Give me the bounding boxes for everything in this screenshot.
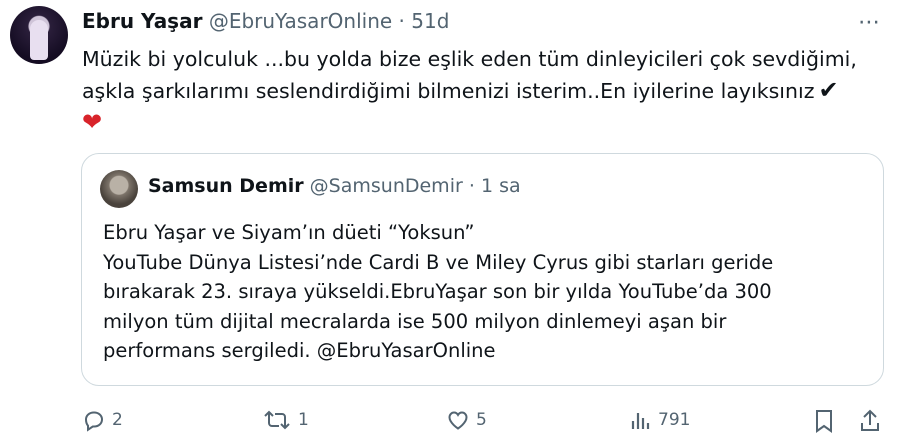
tweet-line: aşkla şarkılarımı seslendirdiğimi bilmen…: [82, 76, 839, 104]
quote-text: Ebru Yaşar ve Siyam’ın düeti “Yoksun” Yo…: [103, 218, 873, 366]
share-icon: [861, 409, 879, 431]
like-count: 5: [476, 410, 487, 430]
retweet-count: 1: [298, 410, 309, 430]
tweet-time[interactable]: 51d: [411, 9, 449, 33]
author-handle[interactable]: @EbruYasarOnline: [209, 9, 392, 33]
quote-separator: ·: [468, 175, 475, 197]
quote-line: performans sergiledi. @EbruYasarOnline: [103, 339, 496, 362]
quote-line: milyon tüm dijital mecralarda ise 500 mi…: [103, 309, 727, 333]
share-button[interactable]: [858, 408, 882, 434]
quote-line: YouTube Dünya Listesi’nde Cardi B ve Mil…: [103, 250, 774, 274]
reply-count: 2: [112, 410, 123, 430]
tweet-header: Ebru Yaşar @EbruYasarOnline · 51d: [82, 8, 449, 34]
quote-time: 1 sa: [480, 175, 521, 197]
quoted-tweet[interactable]: Samsun Demir @SamsunDemir · 1 sa Ebru Ya…: [81, 153, 884, 386]
retweet-button[interactable]: 1: [262, 408, 309, 432]
heart-emoji: ❤: [82, 108, 103, 136]
author-avatar[interactable]: [10, 6, 68, 64]
views-button[interactable]: 791: [628, 408, 690, 432]
retweet-icon: [264, 410, 290, 430]
tweet-text: Müzik bi yolculuk ...bu yolda bize eşlik…: [82, 44, 882, 139]
quote-header: Samsun Demir @SamsunDemir · 1 sa: [148, 175, 521, 197]
more-options-icon[interactable]: ⋯: [858, 10, 881, 35]
action-bar: 2 1 5 791: [0, 404, 900, 440]
quote-line: Ebru Yaşar ve Siyam’ın düeti “Yoksun”: [103, 221, 475, 244]
header-separator: ·: [398, 9, 405, 33]
reply-icon: [84, 411, 104, 432]
like-button[interactable]: 5: [446, 408, 487, 432]
reply-button[interactable]: 2: [82, 408, 123, 432]
like-heart-icon: [448, 411, 468, 430]
quote-line: bırakarak 23. sıraya yükseldi.EbruYaşar …: [103, 280, 772, 303]
quote-author-avatar: [100, 170, 138, 208]
tweet-line: ❤: [82, 107, 882, 139]
bookmark-icon: [816, 410, 832, 433]
bookmark-button[interactable]: [812, 408, 836, 434]
quote-author-handle: @SamsunDemir: [309, 175, 463, 197]
quote-author-name: Samsun Demir: [148, 175, 304, 197]
views-count: 791: [658, 410, 691, 430]
avatar-figure: [30, 20, 48, 60]
author-name[interactable]: Ebru Yaşar: [82, 9, 202, 33]
views-bar-chart-icon: [631, 413, 650, 429]
tweet-line: Müzik bi yolculuk ...bu yolda bize eşlik…: [82, 47, 857, 71]
check-emoji: ✔: [818, 76, 839, 104]
